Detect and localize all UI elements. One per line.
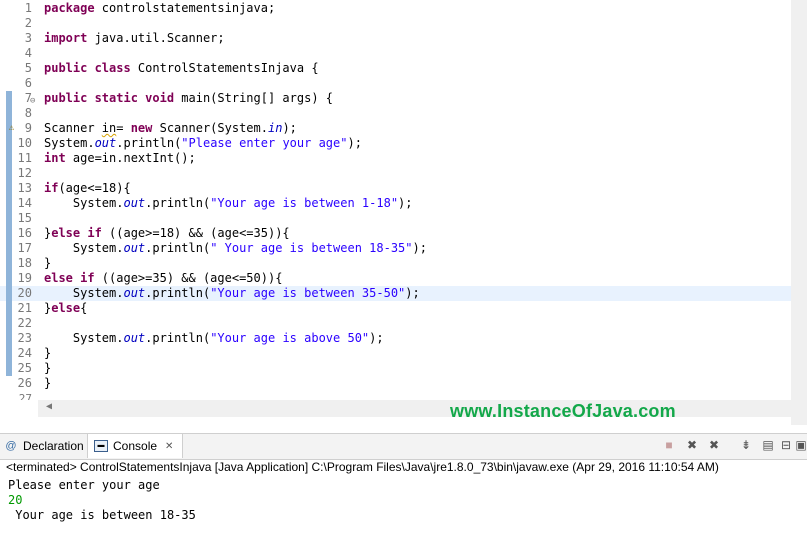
code-line[interactable]: ⚠ 9 Scanner in= new Scanner(System.in);: [0, 121, 791, 136]
code-line[interactable]: 11 int age=in.nextInt();: [0, 151, 791, 166]
watermark: www.InstanceOfJava.com: [450, 401, 676, 421]
code-text: public static void main(String[] args) {: [44, 91, 333, 105]
scroll-lock-icon[interactable]: ⇟: [738, 437, 754, 453]
code-text: System.out.println(" Your age is between…: [44, 241, 427, 255]
code-text: }: [44, 256, 52, 270]
code-text: System.out.println("Please enter your ag…: [44, 136, 362, 150]
line-number: 13: [17, 181, 32, 195]
bottom-panel-tabbar: @ Declaration ▬ Console ✕ ■ ✖ ✖ ⇟ ▤ ⊟ ▣: [0, 433, 807, 460]
scroll-left-icon[interactable]: ◀: [46, 401, 52, 412]
pin-console-icon[interactable]: ⊟: [778, 437, 794, 453]
line-number: 22: [17, 316, 32, 330]
line-number: 11: [17, 151, 32, 165]
code-text: Scanner in= new Scanner(System.in);: [44, 121, 297, 135]
line-number: 15: [17, 211, 32, 225]
console-status-line: <terminated> ControlStatementsInjava [Ja…: [6, 460, 719, 474]
code-line[interactable]: 16 }else if ((age>=18) && (age<=35)){: [0, 226, 791, 241]
line-number: 16: [17, 226, 32, 240]
close-icon[interactable]: ✕: [165, 441, 173, 452]
line-number: 5: [24, 61, 32, 75]
code-line[interactable]: 19 else if ((age>=35) && (age<=50)){: [0, 271, 791, 286]
line-number: 20: [17, 286, 32, 300]
code-line[interactable]: 10 System.out.println("Please enter your …: [0, 136, 791, 151]
console-output-line: Please enter your age: [8, 478, 160, 492]
code-line[interactable]: 27: [0, 391, 791, 400]
code-line[interactable]: 8: [0, 106, 791, 121]
show-console-icon[interactable]: ▤: [760, 437, 776, 453]
editor-vertical-scrollbar[interactable]: [791, 0, 807, 425]
tab-declaration[interactable]: @ Declaration: [4, 434, 84, 458]
code-text: import java.util.Scanner;: [44, 31, 225, 45]
code-line[interactable]: 13 if(age<=18){: [0, 181, 791, 196]
line-number: 4: [24, 46, 32, 60]
code-line[interactable]: 7 ⊖ public static void main(String[] args)…: [0, 91, 791, 106]
line-number: 10: [17, 136, 32, 150]
console-icon: ▬: [94, 440, 108, 452]
line-number: 9: [24, 121, 32, 135]
code-line[interactable]: 22: [0, 316, 791, 331]
code-line[interactable]: 5 public class ControlStatementsInjava {: [0, 61, 791, 76]
code-text: }: [44, 346, 52, 360]
code-text: }: [44, 376, 52, 390]
line-number: 17: [17, 241, 32, 255]
remove-all-icon[interactable]: ✖: [706, 437, 722, 453]
line-number: 23: [17, 331, 32, 345]
code-text: package controlstatementsinjava;: [44, 1, 276, 15]
code-line[interactable]: 3 import java.util.Scanner;: [0, 31, 791, 46]
code-line[interactable]: 26}: [0, 376, 791, 391]
line-number: 24: [17, 346, 32, 360]
code-text: if(age<=18){: [44, 181, 131, 195]
console-output-line: Your age is between 18-35: [8, 508, 196, 522]
code-text: System.out.println("Your age is above 50…: [44, 331, 384, 345]
line-number: 19: [17, 271, 32, 285]
line-number: 14: [17, 196, 32, 210]
line-number: 2: [24, 16, 32, 30]
code-text: }else{: [44, 301, 88, 315]
code-text: else if ((age>=35) && (age<=50)){: [44, 271, 283, 285]
code-text: System.out.println("Your age is between …: [44, 286, 420, 300]
remove-launch-icon[interactable]: ✖: [684, 437, 700, 453]
line-number: 1: [24, 1, 32, 15]
line-number: 12: [17, 166, 32, 180]
terminate-icon[interactable]: ■: [661, 437, 677, 453]
code-text: System.out.println("Your age is between …: [44, 196, 413, 210]
line-number: 3: [24, 31, 32, 45]
display-console-icon[interactable]: ▣: [793, 437, 807, 453]
console-output[interactable]: Please enter your age 20 Your age is betw…: [8, 478, 196, 523]
code-line[interactable]: 25}: [0, 361, 791, 376]
code-line[interactable]: 20 System.out.println("Your age is betwe…: [0, 286, 791, 301]
code-line[interactable]: 4: [0, 46, 791, 61]
code-line[interactable]: 1 package controlstatementsinjava;: [0, 1, 791, 16]
line-number: 25: [17, 361, 32, 375]
line-number: 8: [24, 106, 32, 120]
code-line[interactable]: 21 }else{: [0, 301, 791, 316]
code-line[interactable]: 14 System.out.println("Your age is betwe…: [0, 196, 791, 211]
declaration-icon: @: [5, 440, 17, 452]
line-number: 27: [18, 392, 32, 400]
line-number: 7: [24, 91, 32, 105]
console-input-line: 20: [8, 493, 23, 507]
code-line[interactable]: 18}: [0, 256, 791, 271]
tab-console-label: Console: [113, 439, 158, 453]
code-text: }: [44, 361, 52, 375]
line-number: 26: [17, 376, 32, 390]
tab-console[interactable]: ▬ Console ✕: [87, 434, 183, 458]
code-line[interactable]: 12: [0, 166, 791, 181]
line-number: 21: [17, 301, 32, 315]
code-editor[interactable]: 1 package controlstatementsinjava; 2 3 impor…: [0, 0, 791, 400]
code-line[interactable]: 23 System.out.println("Your age is above…: [0, 331, 791, 346]
line-number: 6: [24, 76, 32, 90]
code-text: public class ControlStatementsInjava {: [44, 61, 319, 75]
editor-horizontal-scrollbar[interactable]: ◀: [38, 400, 791, 417]
line-number: 18: [17, 256, 32, 270]
tab-declaration-label: Declaration: [23, 439, 84, 453]
code-text: }else if ((age>=18) && (age<=35)){: [44, 226, 290, 240]
code-line[interactable]: 24}: [0, 346, 791, 361]
code-line[interactable]: 15: [0, 211, 791, 226]
code-line[interactable]: 6: [0, 76, 791, 91]
code-line[interactable]: 17 System.out.println(" Your age is betw…: [0, 241, 791, 256]
code-line[interactable]: 2: [0, 16, 791, 31]
code-text: int age=in.nextInt();: [44, 151, 196, 165]
